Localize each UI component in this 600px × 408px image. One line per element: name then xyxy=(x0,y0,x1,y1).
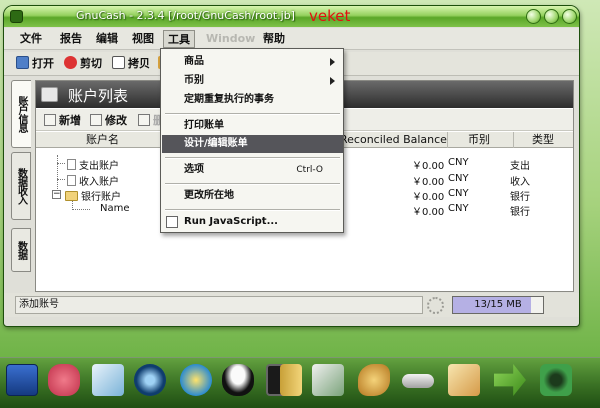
currency-value: CNY xyxy=(448,157,469,168)
pig-icon[interactable] xyxy=(48,364,80,396)
menu-separator xyxy=(165,183,340,185)
type-value: 支出 xyxy=(510,161,530,172)
new-label: 新增 xyxy=(59,114,81,127)
close-button[interactable] xyxy=(562,9,577,24)
col-type[interactable]: 类型 xyxy=(514,132,575,148)
cut-label: 剪切 xyxy=(80,57,102,70)
menu-bar: 文件 报告 编辑 视图 工具 Window 帮助 xyxy=(4,28,579,50)
photo-app-icon[interactable] xyxy=(312,364,344,396)
paint-palette-icon[interactable] xyxy=(358,364,390,396)
reconciled-balance: ￥0.00 xyxy=(412,161,445,172)
window-title: GnuCash - 2.3.4 [/root/GnuCash/root.jb] xyxy=(76,9,295,22)
image-viewer-icon[interactable] xyxy=(448,364,480,396)
desktop-dock xyxy=(0,357,600,408)
tab-income[interactable]: 数据收入 xyxy=(11,152,31,220)
menu-item-currency[interactable]: 币别 xyxy=(162,72,343,90)
edit-label: 修改 xyxy=(105,114,127,127)
run-js-label: Run JavaScript... xyxy=(184,216,278,227)
qq-penguin-icon[interactable] xyxy=(222,364,254,396)
goods-label: 商品 xyxy=(184,56,204,67)
menu-item-options[interactable]: 选项 Ctrl-O xyxy=(162,161,343,179)
reconciled-balance: ￥0.00 xyxy=(412,177,445,188)
menu-item-print-check[interactable]: 打印账单 xyxy=(162,117,343,135)
memory-meter: 13/15 MB xyxy=(452,296,544,314)
menu-separator xyxy=(165,209,340,211)
title-bar[interactable]: GnuCash - 2.3.4 [/root/GnuCash/root.jb] … xyxy=(4,6,579,27)
monitor-icon[interactable] xyxy=(6,364,38,396)
pencil-icon[interactable] xyxy=(92,364,124,396)
folder-open-icon xyxy=(65,191,78,201)
side-tabs: 账户信息 数据收入 数据 xyxy=(11,80,33,290)
type-value: 收入 xyxy=(510,177,530,188)
options-shortcut: Ctrl-O xyxy=(296,165,323,175)
reconciled-balance: ￥0.00 xyxy=(412,207,445,218)
edit-icon xyxy=(90,114,102,126)
menu-tools[interactable]: 工具 xyxy=(163,30,195,48)
accounts-icon xyxy=(41,87,58,102)
submenu-arrow-icon xyxy=(330,58,335,66)
account-name: Name xyxy=(100,203,130,214)
currency-label: 币别 xyxy=(184,75,204,86)
collapse-toggle[interactable]: − xyxy=(52,190,61,199)
menu-separator xyxy=(165,113,340,115)
penguin-ball-icon[interactable] xyxy=(180,364,212,396)
type-value: 银行 xyxy=(510,207,530,218)
status-text: 添加账号 xyxy=(15,296,423,314)
copy-button[interactable]: 拷贝 xyxy=(112,55,150,73)
menu-file[interactable]: 文件 xyxy=(16,30,46,48)
col-account-name[interactable]: 账户名 xyxy=(36,132,166,148)
open-label: 打开 xyxy=(32,57,54,70)
menu-item-goods[interactable]: 商品 xyxy=(162,53,343,71)
notebook-icon[interactable] xyxy=(280,364,302,396)
col-currency[interactable]: 币别 xyxy=(448,132,514,148)
edit-account-button[interactable]: 修改 xyxy=(90,112,127,128)
minimize-button[interactable] xyxy=(526,9,541,24)
veket-brand: veket xyxy=(309,7,351,25)
currency-value: CNY xyxy=(448,203,469,214)
account-name: 支出账户 xyxy=(79,161,119,172)
menu-item-scheduled[interactable]: 定期重复执行的事务 xyxy=(162,91,343,109)
menu-view[interactable]: 视图 xyxy=(128,30,158,48)
open-icon xyxy=(16,56,29,69)
copy-label: 拷贝 xyxy=(128,57,150,70)
options-label: 选项 xyxy=(184,164,204,175)
media-player-icon[interactable] xyxy=(134,364,166,396)
currency-value: CNY xyxy=(448,188,469,199)
new-account-button[interactable]: 新增 xyxy=(44,112,81,128)
menu-item-run-js[interactable]: Run JavaScript... xyxy=(162,213,343,231)
menu-report[interactable]: 报告 xyxy=(56,30,86,48)
tab-accounts[interactable]: 账户信息 xyxy=(11,80,31,148)
delete-icon xyxy=(138,114,150,126)
account-icon xyxy=(67,175,76,186)
app-icon[interactable] xyxy=(10,10,23,23)
currency-value: CNY xyxy=(448,173,469,184)
col-reconciled-balance[interactable]: Reconciled Balance xyxy=(336,132,448,148)
menu-separator xyxy=(165,157,340,159)
camera-icon[interactable] xyxy=(540,364,572,396)
status-bar: 添加账号 13/15 MB xyxy=(4,293,579,317)
arrow-app-icon[interactable] xyxy=(494,364,526,396)
busy-spinner-icon xyxy=(427,297,444,314)
panel-title: 账户列表 xyxy=(68,87,129,105)
menu-edit[interactable]: 编辑 xyxy=(92,30,122,48)
open-button[interactable]: 打开 xyxy=(16,55,54,73)
type-value: 银行 xyxy=(510,192,530,203)
menu-item-change-location[interactable]: 更改所在地 xyxy=(162,187,343,205)
menu-help[interactable]: 帮助 xyxy=(259,30,289,48)
new-icon xyxy=(44,114,56,126)
scissors-icon xyxy=(64,56,77,69)
reconciled-balance: ￥0.00 xyxy=(412,192,445,203)
cut-button[interactable]: 剪切 xyxy=(64,55,102,73)
menu-window[interactable]: Window xyxy=(202,30,259,48)
usb-drive-icon[interactable] xyxy=(402,374,434,388)
submenu-arrow-icon xyxy=(330,77,335,85)
maximize-button[interactable] xyxy=(544,9,559,24)
copy-icon xyxy=(112,56,125,69)
menu-item-design-check[interactable]: 设计/编辑账单 xyxy=(162,135,343,153)
account-icon xyxy=(67,159,76,170)
script-icon xyxy=(166,216,178,228)
memory-text: 13/15 MB xyxy=(474,299,522,310)
tools-dropdown-menu: 商品 币别 定期重复执行的事务 打印账单 设计/编辑账单 选项 Ctrl-O 更改… xyxy=(160,48,344,233)
tab-other[interactable]: 数据 xyxy=(11,228,31,272)
